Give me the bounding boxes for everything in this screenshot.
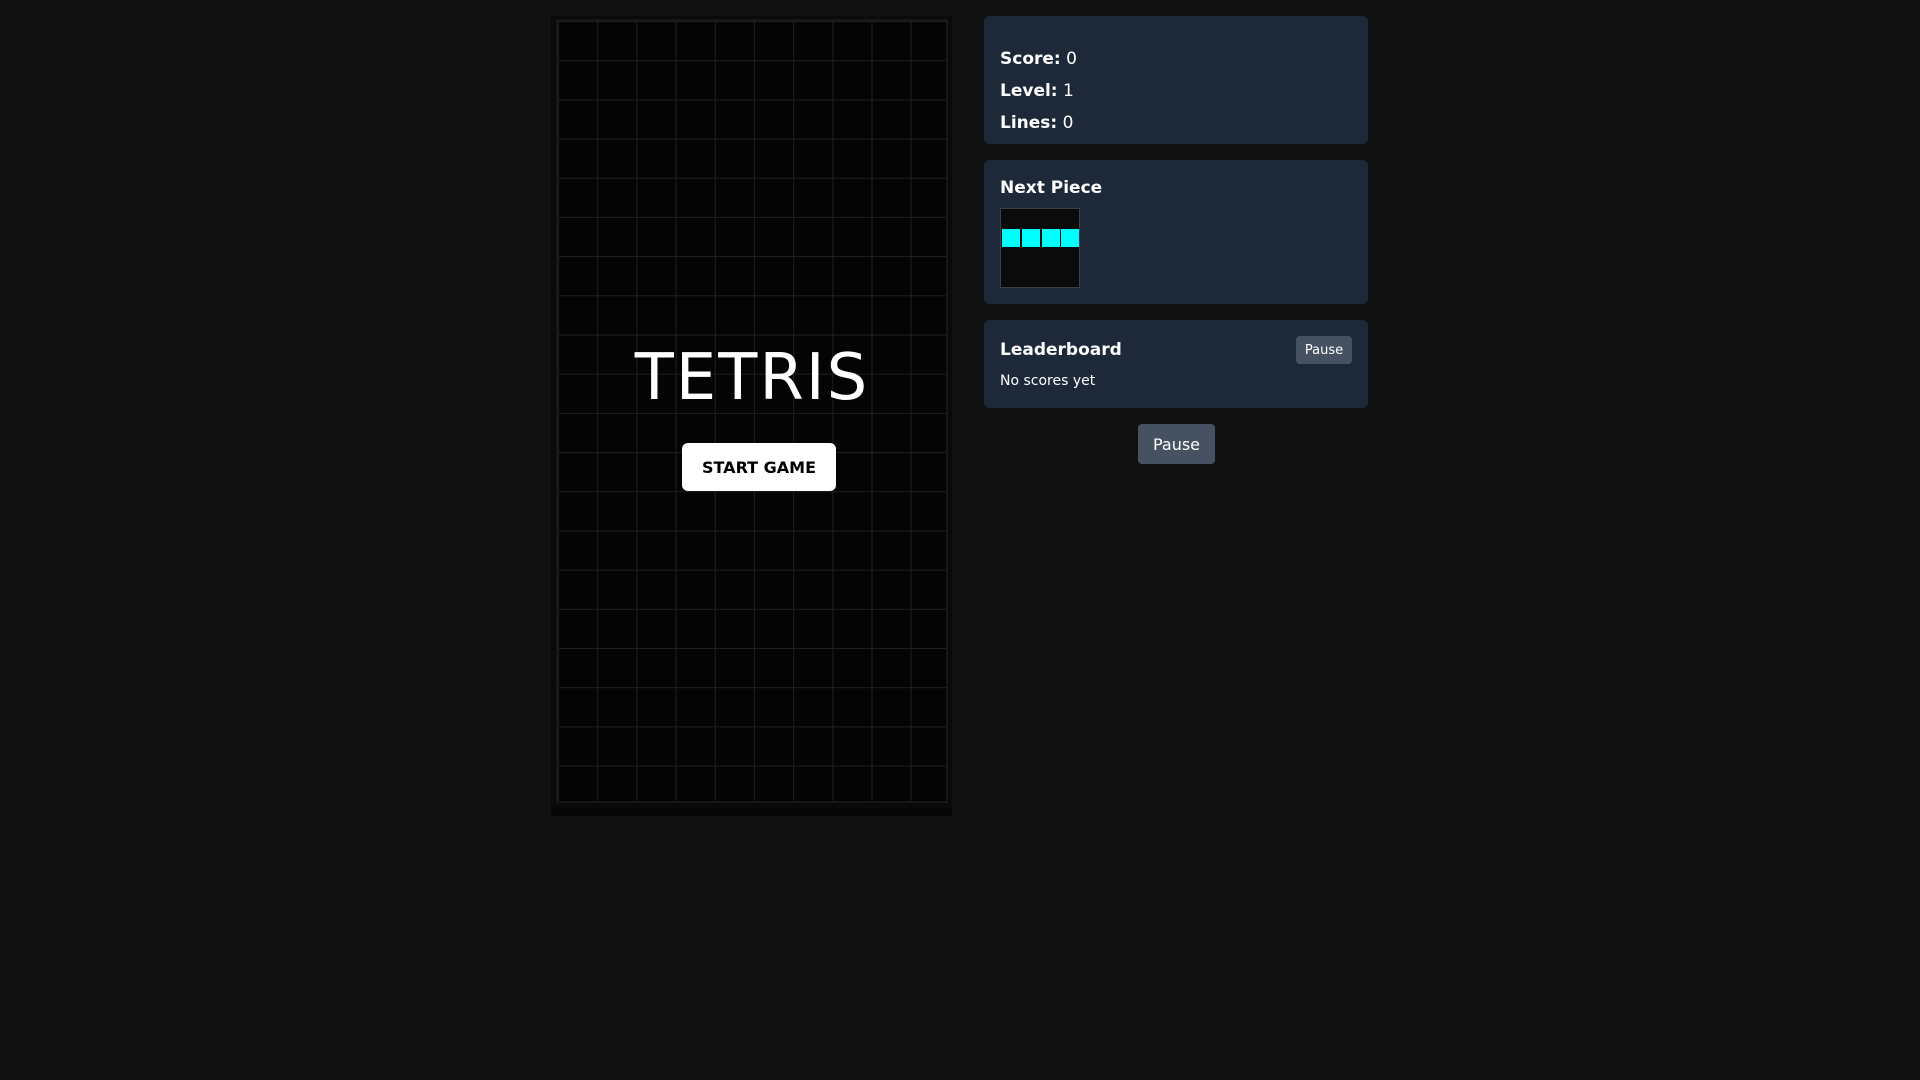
start-overlay: TETRIS START GAME — [558, 21, 946, 801]
next-piece-heading: Next Piece — [1000, 178, 1103, 198]
leaderboard-pause-button[interactable]: Pause — [1296, 336, 1352, 364]
next-piece-panel: Next Piece — [984, 160, 1368, 304]
start-game-button[interactable]: START GAME — [682, 443, 836, 491]
level-value: 1 — [1063, 81, 1074, 101]
next-piece-block — [1022, 229, 1040, 247]
lines-value: 0 — [1062, 113, 1074, 133]
game-board-frame: TETRIS START GAME — [551, 16, 952, 816]
tetris-app: TETRIS START GAME Score: 0 Level: 1 Line… — [0, 0, 1920, 1080]
game-title: TETRIS — [634, 341, 870, 415]
next-piece-block — [1061, 229, 1079, 247]
next-piece-block — [1002, 229, 1020, 247]
pause-button[interactable]: Pause — [1138, 424, 1215, 464]
stats-panel: Score: 0 Level: 1 Lines: 0 — [984, 16, 1368, 144]
level-stat: Level: 1 — [1000, 81, 1074, 101]
leaderboard-empty-text: No scores yet — [1000, 373, 1096, 389]
leaderboard-panel: Leaderboard Pause No scores yet — [984, 320, 1368, 408]
lines-label: Lines: — [1000, 113, 1058, 133]
score-value: 0 — [1066, 49, 1077, 69]
lines-stat: Lines: 0 — [1000, 113, 1073, 133]
board-bottom-edge — [551, 808, 952, 816]
score-stat: Score: 0 — [1000, 49, 1077, 69]
leaderboard-heading: Leaderboard — [1000, 340, 1122, 360]
game-board[interactable]: TETRIS START GAME — [556, 19, 948, 803]
score-label: Score: — [1000, 49, 1061, 69]
next-piece-block — [1042, 229, 1060, 247]
level-label: Level: — [1000, 81, 1058, 101]
next-piece-preview — [1000, 208, 1080, 288]
